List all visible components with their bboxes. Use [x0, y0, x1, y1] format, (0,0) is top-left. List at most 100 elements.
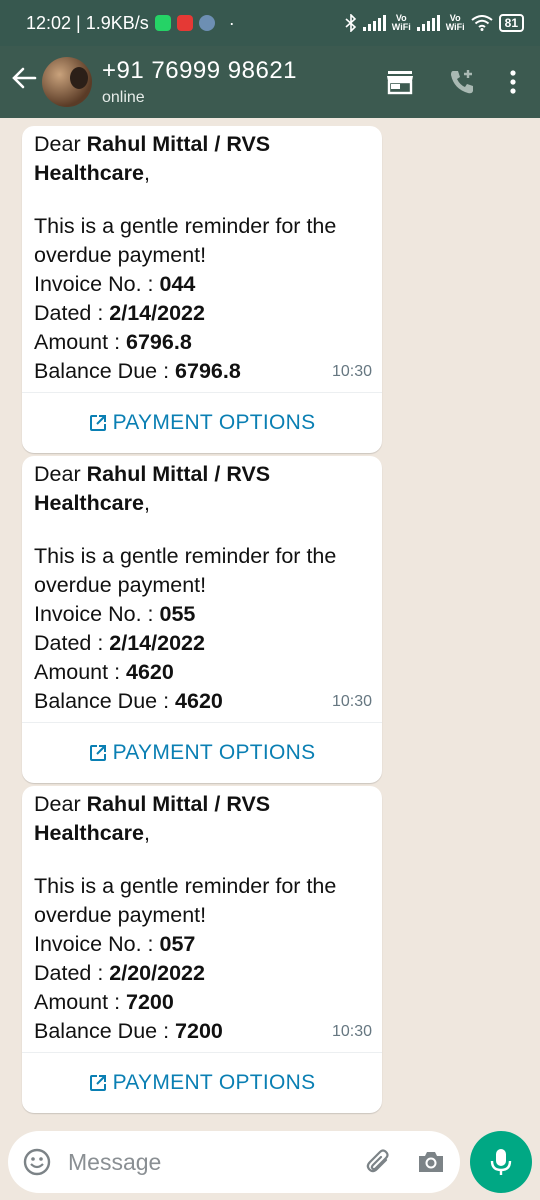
greeting-line: Dear Rahul Mittal / RVS Healthcare,	[34, 790, 370, 848]
payment-options-label: PAYMENT OPTIONS	[112, 741, 316, 764]
greeting-prefix: Dear	[34, 462, 87, 486]
dated-line: Dated : 2/14/2022	[34, 629, 370, 658]
amount-value: 6796.8	[126, 330, 192, 354]
amount-value: 4620	[126, 660, 174, 684]
message-time: 10:30	[331, 1023, 372, 1040]
external-link-icon	[89, 415, 106, 431]
payment-options-button[interactable]: PAYMENT OPTIONS	[22, 1053, 382, 1113]
status-right: Vo WiFi Vo WiFi 81	[345, 14, 524, 32]
invoice-line: Invoice No. : 057	[34, 930, 370, 959]
external-link-icon	[89, 745, 106, 761]
message-time: 10:30	[331, 693, 372, 710]
invoice-line: Invoice No. : 044	[34, 270, 370, 299]
vowifi-bottom: WiFi	[391, 22, 411, 32]
amount-label: Amount :	[34, 990, 127, 1014]
balance-value: 6796.8	[175, 359, 241, 383]
greeting-prefix: Dear	[34, 792, 87, 816]
balance-line: Balance Due : 7200	[34, 1017, 370, 1046]
payment-options-label: PAYMENT OPTIONS	[112, 411, 316, 434]
back-arrow-icon[interactable]	[6, 65, 42, 99]
avatar[interactable]	[42, 57, 92, 107]
reminder-text: This is a gentle reminder for the overdu…	[34, 544, 337, 597]
dated-value: 2/20/2022	[109, 961, 205, 985]
header-actions	[386, 68, 516, 96]
message-input[interactable]: Message	[68, 1149, 342, 1176]
battery-icon: 81	[498, 14, 524, 32]
amount-line: Amount : 4620	[34, 658, 370, 687]
greeting-line: Dear Rahul Mittal / RVS Healthcare,	[34, 460, 370, 518]
dated-label: Dated :	[34, 631, 110, 655]
amount-line: Amount : 7200	[34, 988, 370, 1017]
external-link-icon	[89, 1075, 106, 1091]
invoice-line: Invoice No. : 055	[34, 600, 370, 629]
camera-icon[interactable]	[416, 1148, 446, 1176]
balance-label: Balance Due :	[34, 1019, 176, 1043]
reminder-text: This is a gentle reminder for the overdu…	[34, 874, 337, 927]
payment-options-button[interactable]: PAYMENT OPTIONS	[22, 723, 382, 783]
chat-header: +91 76999 98621 online	[0, 46, 540, 118]
invoice-number: 055	[159, 602, 196, 626]
store-icon[interactable]	[386, 69, 414, 95]
invoice-number: 044	[159, 272, 196, 296]
amount-label: Amount :	[34, 330, 127, 354]
dated-line: Dated : 2/14/2022	[34, 299, 370, 328]
balance-line: Balance Due : 6796.8	[34, 357, 370, 386]
message-body: Dear Rahul Mittal / RVS Healthcare, This…	[22, 126, 382, 392]
amount-label: Amount :	[34, 660, 127, 684]
dated-value: 2/14/2022	[109, 631, 205, 655]
dated-label: Dated :	[34, 301, 110, 325]
app-notification-icon	[176, 15, 193, 31]
invoice-label: Invoice No. :	[34, 932, 160, 956]
greeting-prefix: Dear	[34, 132, 87, 156]
battery-level: 81	[504, 16, 518, 30]
message-body: Dear Rahul Mittal / RVS Healthcare, This…	[22, 786, 382, 1052]
balance-line: Balance Due : 4620	[34, 687, 370, 716]
message-composer: Message	[8, 1131, 460, 1193]
status-dot: ·	[228, 12, 235, 33]
bluetooth-icon	[345, 14, 356, 32]
vowifi-label: Vo WiFi	[446, 14, 465, 32]
payment-options-label: PAYMENT OPTIONS	[112, 1071, 316, 1094]
dated-line: Dated : 2/20/2022	[34, 959, 370, 988]
invoice-label: Invoice No. :	[34, 272, 160, 296]
message-bubble[interactable]: Dear Rahul Mittal / RVS Healthcare, This…	[22, 456, 382, 783]
invoice-number: 057	[159, 932, 196, 956]
contact-info[interactable]: +91 76999 98621 online	[102, 57, 386, 107]
message-body: Dear Rahul Mittal / RVS Healthcare, This…	[22, 456, 382, 722]
balance-value: 7200	[175, 1019, 223, 1043]
status-left: 12:02 | 1.9KB/s ·	[26, 13, 235, 34]
greeting-suffix: ,	[143, 161, 150, 185]
dated-value: 2/14/2022	[109, 301, 205, 325]
game-notification-icon	[198, 15, 215, 31]
reminder-text: This is a gentle reminder for the overdu…	[34, 214, 337, 267]
vowifi-label: Vo WiFi	[392, 14, 411, 32]
message-bubble[interactable]: Dear Rahul Mittal / RVS Healthcare, This…	[22, 786, 382, 1113]
vowifi-bottom: WiFi	[445, 22, 465, 32]
chat-area[interactable]: Dear Rahul Mittal / RVS Healthcare, This…	[0, 118, 540, 1128]
contact-name[interactable]: +91 76999 98621	[102, 57, 386, 85]
mic-button[interactable]	[470, 1131, 532, 1193]
add-call-icon[interactable]	[448, 68, 476, 96]
mic-icon	[490, 1149, 512, 1175]
more-vert-icon[interactable]	[510, 70, 516, 94]
invoice-label: Invoice No. :	[34, 602, 160, 626]
attach-icon[interactable]	[364, 1147, 394, 1177]
greeting-line: Dear Rahul Mittal / RVS Healthcare,	[34, 130, 370, 188]
whatsapp-business-icon	[154, 15, 171, 31]
message-time: 10:30	[331, 363, 372, 380]
wifi-icon	[471, 15, 493, 31]
dated-label: Dated :	[34, 961, 110, 985]
emoji-icon[interactable]	[22, 1147, 52, 1177]
contact-status: online	[102, 89, 145, 106]
greeting-suffix: ,	[143, 821, 150, 845]
message-bubble[interactable]: Dear Rahul Mittal / RVS Healthcare, This…	[22, 126, 382, 453]
signal-icon	[416, 15, 440, 31]
balance-label: Balance Due :	[34, 359, 176, 383]
signal-icon	[362, 15, 386, 31]
time-and-speed: 12:02 | 1.9KB/s	[26, 12, 149, 33]
amount-value: 7200	[126, 990, 174, 1014]
payment-options-button[interactable]: PAYMENT OPTIONS	[22, 393, 382, 453]
greeting-suffix: ,	[143, 491, 150, 515]
status-bar: 12:02 | 1.9KB/s · Vo WiFi Vo WiFi 81	[0, 0, 540, 46]
amount-line: Amount : 6796.8	[34, 328, 370, 357]
